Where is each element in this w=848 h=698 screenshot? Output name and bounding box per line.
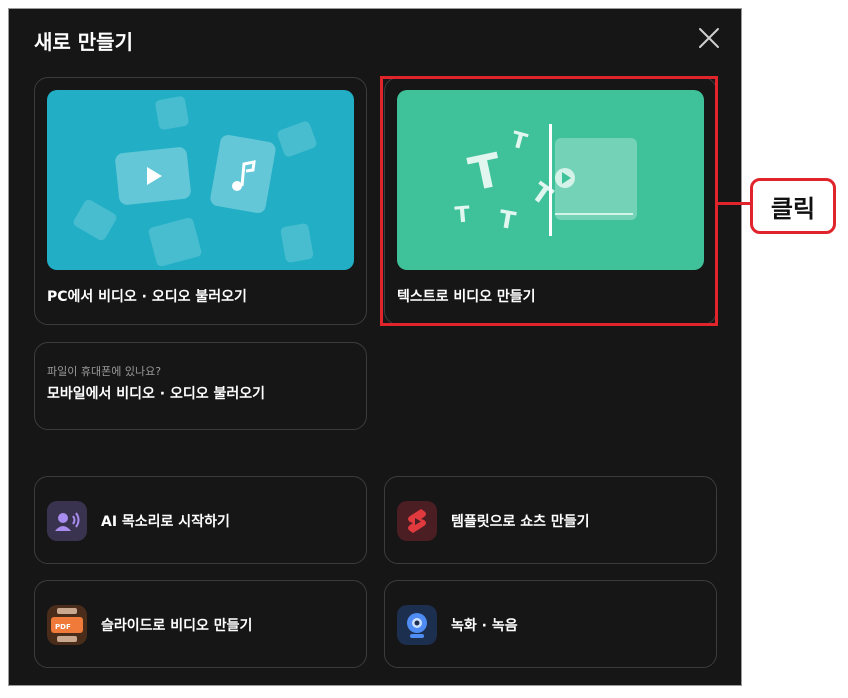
shorts-icon <box>397 501 437 541</box>
record-option[interactable]: 녹화 · 녹음 <box>384 580 717 668</box>
svg-text:PDF: PDF <box>55 623 71 631</box>
ai-voice-option[interactable]: AI 목소리로 시작하기 <box>34 476 367 564</box>
slides-video-option[interactable]: PDF 슬라이드로 비디오 만들기 <box>34 580 367 668</box>
pc-import-card[interactable]: PC에서 비디오 · 오디오 불러오기 <box>34 77 367 325</box>
text-to-video-card[interactable]: T T T T T 텍스트로 비디오 만들기 <box>384 77 717 325</box>
dialog-title: 새로 만들기 <box>34 30 133 54</box>
svg-text:T: T <box>497 205 519 236</box>
click-callout: 클릭 <box>750 178 836 234</box>
callout-connector <box>718 202 752 205</box>
mobile-import-hint: 파일이 휴대폰에 있나요? <box>47 365 162 378</box>
svg-text:T: T <box>464 142 507 201</box>
pc-import-thumbnail <box>47 90 354 270</box>
record-label: 녹화 · 녹음 <box>451 618 518 634</box>
close-icon[interactable] <box>697 26 721 50</box>
svg-text:T: T <box>509 128 530 156</box>
pc-import-label: PC에서 비디오 · 오디오 불러오기 <box>47 289 247 305</box>
text-to-video-label: 텍스트로 비디오 만들기 <box>397 289 536 305</box>
slides-video-label: 슬라이드로 비디오 만들기 <box>101 618 253 634</box>
text-to-video-thumbnail: T T T T T <box>397 90 704 270</box>
svg-text:T: T <box>454 202 471 228</box>
template-shorts-label: 템플릿으로 쇼츠 만들기 <box>451 514 590 530</box>
mobile-import-card[interactable]: 파일이 휴대폰에 있나요? 모바일에서 비디오 · 오디오 불러오기 <box>34 342 367 430</box>
pdf-slides-icon: PDF <box>47 605 87 645</box>
ai-voice-label: AI 목소리로 시작하기 <box>101 514 230 530</box>
template-shorts-option[interactable]: 템플릿으로 쇼츠 만들기 <box>384 476 717 564</box>
svg-text:T: T <box>526 177 558 212</box>
ai-voice-icon <box>47 501 87 541</box>
mobile-import-label: 모바일에서 비디오 · 오디오 불러오기 <box>47 386 266 402</box>
webcam-icon <box>397 605 437 645</box>
